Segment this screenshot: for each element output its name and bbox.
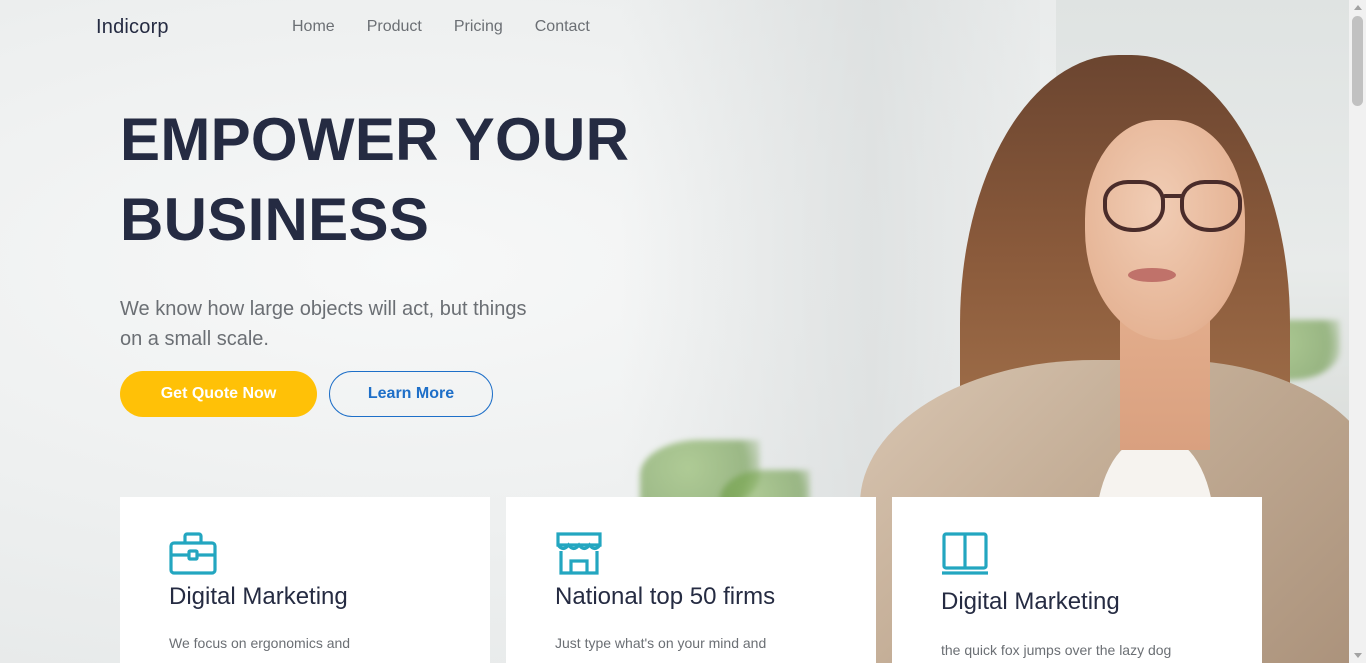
learn-more-button[interactable]: Learn More — [329, 371, 493, 417]
card-title: Digital Marketing — [169, 583, 348, 610]
scroll-down-icon[interactable] — [1354, 653, 1362, 658]
card-text: Just type what's on your mind and — [555, 635, 767, 651]
briefcase-icon — [169, 532, 217, 575]
scrollbar-thumb[interactable] — [1352, 16, 1363, 106]
scroll-up-icon[interactable] — [1354, 5, 1362, 10]
feature-card: Digital Marketing the quick fox jumps ov… — [892, 497, 1262, 663]
person-lips — [1128, 268, 1176, 282]
book-icon — [942, 532, 988, 575]
nav-link-product[interactable]: Product — [367, 18, 422, 36]
page-scrollbar[interactable] — [1349, 0, 1366, 663]
card-text: the quick fox jumps over the lazy dog — [941, 642, 1172, 658]
card-title: National top 50 firms — [555, 583, 776, 610]
nav-link-contact[interactable]: Contact — [535, 18, 590, 36]
nav-link-home[interactable]: Home — [292, 18, 335, 36]
get-quote-button[interactable]: Get Quote Now — [120, 371, 317, 417]
feature-card: National top 50 firms Just type what's o… — [506, 497, 876, 663]
hero-title-line2: BUSINESS — [120, 186, 430, 253]
hero-title-line1: EMPOWER YOUR — [120, 106, 630, 173]
nav-link-pricing[interactable]: Pricing — [454, 18, 503, 36]
glasses-lens-right — [1180, 180, 1242, 232]
card-text: We focus on ergonomics and — [169, 635, 351, 651]
glasses-bridge — [1163, 194, 1183, 198]
card-title: Digital Marketing — [941, 588, 1120, 615]
nav-links: Home Product Pricing Contact — [292, 18, 590, 36]
storefront-icon — [556, 532, 602, 575]
hero-subtitle: We know how large objects will act, but … — [120, 298, 527, 350]
hero-title: EMPOWER YOUR BUSINESS — [120, 100, 680, 260]
brand-logo[interactable]: Indicorp — [96, 16, 169, 39]
top-navigation: Indicorp Home Product Pricing Contact — [0, 0, 1366, 56]
feature-card: Digital Marketing We focus on ergonomics… — [120, 497, 490, 663]
glasses-lens-left — [1103, 180, 1165, 232]
